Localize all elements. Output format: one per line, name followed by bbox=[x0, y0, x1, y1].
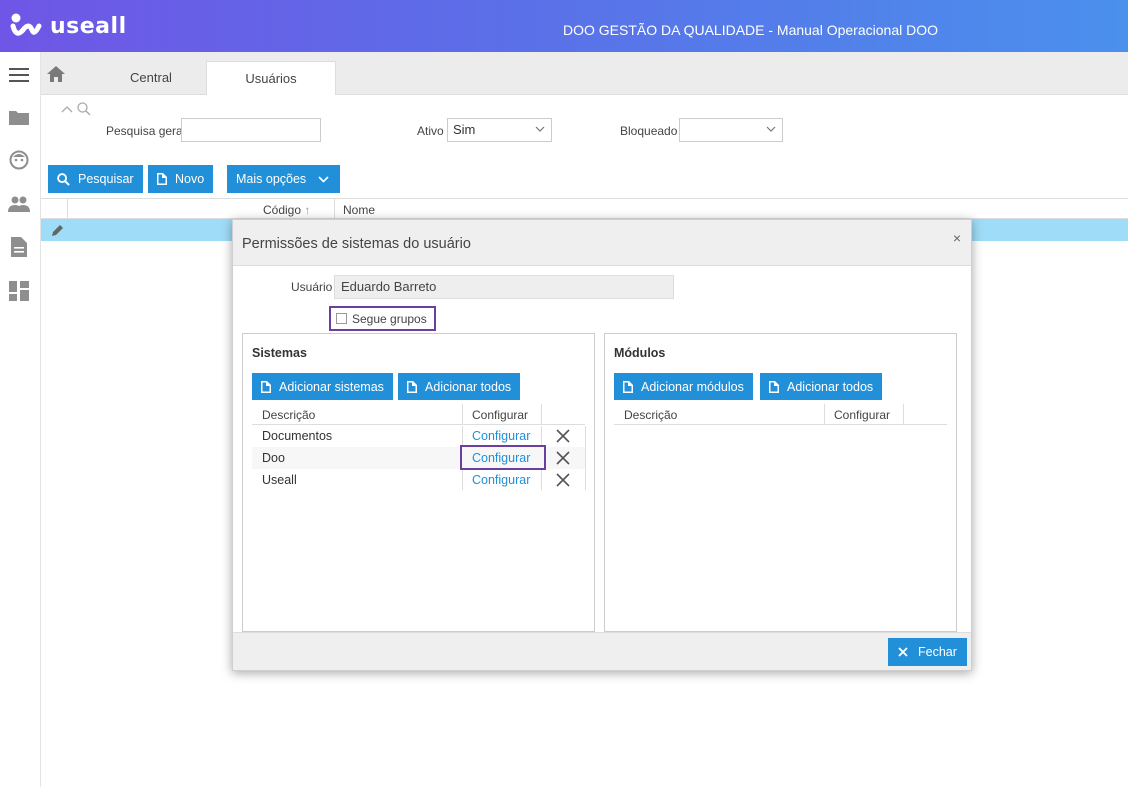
remove-icon[interactable] bbox=[555, 450, 571, 466]
column-divider bbox=[462, 404, 463, 425]
ativo-select[interactable]: Sim bbox=[447, 118, 552, 142]
grid-divider bbox=[334, 199, 335, 219]
sistemas-table-header: Descrição Configurar bbox=[252, 404, 585, 425]
tab-bar: Central Usuários bbox=[41, 52, 1128, 95]
segue-grupos-checkbox[interactable]: Segue grupos bbox=[329, 306, 436, 331]
remove-icon[interactable] bbox=[555, 428, 571, 444]
column-divider bbox=[585, 426, 586, 490]
collapse-filter[interactable] bbox=[61, 102, 91, 116]
novo-label: Novo bbox=[175, 172, 205, 186]
adicionar-todos-label: Adicionar todos bbox=[425, 379, 512, 394]
chevron-up-icon[interactable] bbox=[61, 105, 73, 113]
menu-icon[interactable] bbox=[8, 64, 30, 86]
pesquisar-label: Pesquisar bbox=[78, 172, 134, 186]
remove-icon[interactable] bbox=[555, 472, 571, 488]
modal-header: Permissões de sistemas do usuário × bbox=[233, 220, 971, 266]
table-row[interactable]: Documentos Configurar bbox=[252, 425, 585, 447]
chevron-down-icon bbox=[535, 126, 545, 132]
adicionar-sistemas-button[interactable]: Adicionar sistemas bbox=[252, 373, 393, 400]
fechar-label: Fechar bbox=[918, 645, 957, 659]
fechar-button[interactable]: Fechar bbox=[888, 638, 967, 666]
modal-footer: Fechar bbox=[233, 632, 971, 670]
app-title: DOO GESTÃO DA QUALIDADE - Manual Operaci… bbox=[562, 22, 938, 38]
dashboard-icon[interactable] bbox=[8, 280, 30, 302]
segue-grupos-label: Segue grupos bbox=[352, 311, 427, 326]
ativo-label: Ativo bbox=[417, 124, 444, 138]
permissoes-modal: Permissões de sistemas do usuário × Usuá… bbox=[232, 219, 972, 671]
grid-divider bbox=[67, 199, 68, 219]
column-descricao[interactable]: Descrição bbox=[624, 408, 677, 422]
adicionar-sistemas-label: Adicionar sistemas bbox=[279, 379, 384, 394]
modulos-panel: Módulos Adicionar módulos Adicionar todo… bbox=[604, 333, 957, 632]
adicionar-todos-sistemas-button[interactable]: Adicionar todos bbox=[398, 373, 521, 400]
usuario-label: Usuário bbox=[291, 280, 333, 294]
configurar-link[interactable]: Configurar bbox=[472, 473, 530, 487]
modulos-title: Módulos bbox=[614, 346, 666, 360]
search-icon bbox=[57, 172, 70, 186]
close-icon[interactable]: × bbox=[953, 230, 961, 246]
face-icon[interactable] bbox=[8, 149, 30, 171]
pesquisa-geral-label: Pesquisa geral bbox=[106, 124, 186, 138]
new-document-icon bbox=[623, 380, 633, 393]
chevron-down-icon bbox=[318, 176, 329, 183]
column-codigo-label: Código bbox=[263, 203, 302, 217]
modulos-table-header: Descrição Configurar bbox=[614, 404, 947, 425]
chevron-down-icon bbox=[766, 126, 776, 132]
configurar-link[interactable]: Configurar bbox=[472, 429, 530, 443]
column-descricao[interactable]: Descrição bbox=[262, 408, 315, 422]
row-descricao: Useall bbox=[262, 473, 297, 487]
adicionar-modulos-label: Adicionar módulos bbox=[641, 379, 744, 394]
table-row[interactable]: Useall Configurar bbox=[252, 469, 585, 491]
column-nome[interactable]: Nome bbox=[343, 203, 375, 217]
row-descricao: Documentos bbox=[262, 429, 333, 443]
sistemas-title: Sistemas bbox=[252, 346, 307, 360]
new-document-icon bbox=[407, 380, 417, 393]
pesquisar-button[interactable]: Pesquisar bbox=[48, 165, 143, 193]
search-icon bbox=[77, 102, 91, 116]
users-grid-header: Código ↑ Nome bbox=[41, 198, 1128, 219]
new-document-icon bbox=[157, 173, 167, 185]
new-document-icon bbox=[261, 380, 271, 393]
new-document-icon bbox=[769, 380, 779, 393]
home-icon[interactable] bbox=[47, 66, 65, 85]
adicionar-modulos-button[interactable]: Adicionar módulos bbox=[614, 373, 753, 400]
column-configurar[interactable]: Configurar bbox=[472, 408, 528, 422]
logo[interactable]: useall bbox=[10, 12, 127, 40]
people-icon[interactable] bbox=[8, 193, 30, 215]
sistemas-panel: Sistemas Adicionar sistemas Adicionar to… bbox=[242, 333, 595, 632]
usuario-field: Eduardo Barreto bbox=[334, 275, 674, 299]
folder-icon[interactable] bbox=[8, 106, 30, 128]
ativo-select-value: Sim bbox=[453, 122, 476, 137]
checkbox-icon[interactable] bbox=[336, 313, 347, 324]
tab-central[interactable]: Central bbox=[96, 61, 206, 95]
column-divider bbox=[824, 404, 825, 425]
tab-usuarios[interactable]: Usuários bbox=[206, 61, 336, 95]
row-descricao: Doo bbox=[262, 451, 285, 465]
useall-logo-icon bbox=[10, 12, 42, 40]
close-icon bbox=[898, 647, 908, 657]
mais-opcoes-button[interactable]: Mais opções bbox=[227, 165, 340, 193]
column-divider bbox=[903, 404, 904, 425]
column-codigo[interactable]: Código ↑ bbox=[263, 203, 310, 217]
adicionar-todos-modulos-button[interactable]: Adicionar todos bbox=[760, 373, 883, 400]
modal-title: Permissões de sistemas do usuário bbox=[242, 236, 471, 252]
column-configurar[interactable]: Configurar bbox=[834, 408, 890, 422]
sort-asc-icon: ↑ bbox=[304, 203, 311, 217]
mais-opcoes-label: Mais opções bbox=[236, 172, 307, 186]
pesquisa-geral-input[interactable] bbox=[181, 118, 321, 142]
logo-text: useall bbox=[50, 13, 127, 39]
bloqueado-select[interactable] bbox=[679, 118, 783, 142]
adicionar-todos-label: Adicionar todos bbox=[787, 379, 874, 394]
bloqueado-label: Bloqueado bbox=[620, 124, 678, 138]
top-bar: useall DOO GESTÃO DA QUALIDADE - Manual … bbox=[0, 0, 1128, 52]
document-icon[interactable] bbox=[8, 236, 30, 258]
highlight-box bbox=[460, 445, 546, 470]
novo-button[interactable]: Novo bbox=[148, 165, 214, 193]
column-divider bbox=[541, 404, 542, 425]
edit-pencil-icon[interactable] bbox=[51, 223, 65, 237]
sidebar bbox=[0, 52, 41, 787]
